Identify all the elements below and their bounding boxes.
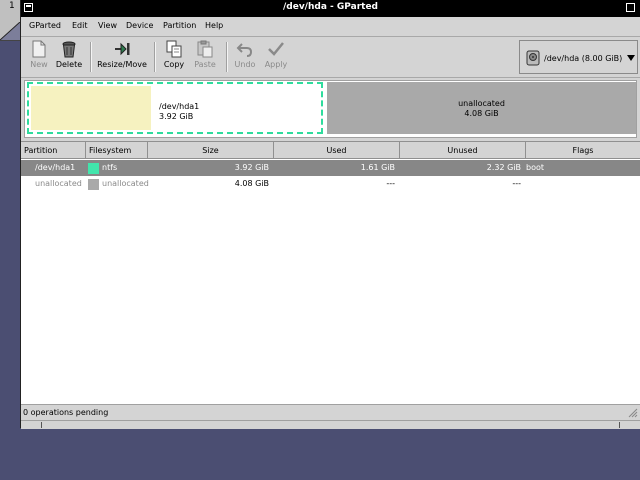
filesystem-color-swatch [88,163,99,174]
map-hda1-name: /dev/hda1 [159,102,200,111]
apply-label: Apply [264,60,288,69]
workspace-corner-icon [0,22,20,40]
toolbar: New Delete Resize/Move Copy Paste Undo A… [21,37,640,78]
paste-icon [197,40,213,58]
paste-button[interactable]: Paste [190,40,220,74]
new-label: New [30,60,48,69]
window-close-icon[interactable] [626,3,635,12]
cell-used: 1.61 GiB [360,163,395,172]
menu-edit[interactable]: Edit [72,21,88,30]
resize-grip-icon[interactable] [628,408,638,418]
partition-map: /dev/hda1 3.92 GiB unallocated 4.08 GiB [24,80,637,138]
copy-button[interactable]: Copy [160,40,188,74]
cell-partition: unallocated [35,179,82,188]
toolbar-separator [90,42,92,72]
col-partition[interactable]: Partition [21,142,86,159]
resize-move-button[interactable]: Resize/Move [96,40,148,74]
cell-partition: /dev/hda1 [35,163,76,172]
cell-filesystem: unallocated [102,179,149,188]
toolbar-separator [154,42,156,72]
used-space-bar [31,86,151,130]
cell-unused: 2.32 GiB [486,163,521,172]
col-filesystem[interactable]: Filesystem [86,142,148,159]
resize-move-label: Resize/Move [97,60,147,69]
undo-icon [236,43,253,57]
menu-device[interactable]: Device [126,21,153,30]
table-row[interactable]: /dev/hda1 ntfs 3.92 GiB 1.61 GiB 2.32 Gi… [21,160,640,176]
cell-size: 3.92 GiB [234,163,269,172]
menu-view[interactable]: View [98,21,117,30]
frame-resize-mark [41,422,42,428]
status-text: 0 operations pending [23,408,109,417]
cell-flags: boot [526,163,545,172]
delete-button[interactable]: Delete [54,40,84,74]
col-size[interactable]: Size [148,142,274,159]
table-row[interactable]: unallocated unallocated 4.08 GiB --- --- [21,176,640,192]
menu-bar: GParted Edit View Device Partition Help [21,17,640,37]
col-used[interactable]: Used [274,142,400,159]
menu-partition[interactable]: Partition [163,21,196,30]
trash-icon [62,41,76,58]
window-bottom-frame[interactable] [21,420,640,429]
apply-button[interactable]: Apply [261,40,291,74]
new-file-icon [32,40,46,58]
filesystem-color-swatch [88,179,99,190]
workspace-tab[interactable]: 1 [0,0,21,41]
list-header: Partition Filesystem Size Used Unused Fl… [21,142,640,159]
new-button[interactable]: New [25,40,53,74]
menu-gparted[interactable]: GParted [29,21,61,30]
workspace-number: 1 [9,1,15,11]
undo-button[interactable]: Undo [231,40,259,74]
col-flags[interactable]: Flags [526,142,640,159]
gparted-window: /dev/hda - GParted GParted Edit View Dev… [20,0,640,429]
map-hda1-info: /dev/hda1 3.92 GiB [159,102,199,122]
resize-arrow-icon [115,42,130,56]
map-unallocated[interactable]: unallocated 4.08 GiB [327,82,636,134]
undo-label: Undo [234,60,256,69]
cell-used: --- [386,179,395,188]
map-unalloc-size: 4.08 GiB [464,109,499,118]
menu-help[interactable]: Help [205,21,223,30]
frame-resize-mark [619,422,620,428]
title-bar[interactable]: /dev/hda - GParted [21,0,640,17]
harddisk-icon [526,50,540,66]
copy-label: Copy [163,60,185,69]
cell-filesystem: ntfs [102,163,118,172]
device-label: /dev/hda (8.00 GiB) [544,54,623,63]
cell-size: 4.08 GiB [234,179,269,188]
paste-label: Paste [194,60,216,69]
checkmark-icon [268,42,284,56]
copy-icon [166,40,182,58]
window-title: /dev/hda - GParted [282,2,378,12]
chevron-down-icon [627,55,635,61]
cell-unused: --- [512,179,521,188]
partition-list: Partition Filesystem Size Used Unused Fl… [21,141,640,405]
toolbar-separator [226,42,228,72]
map-unalloc-name: unallocated [458,99,505,108]
map-unalloc-info: unallocated 4.08 GiB [327,99,636,119]
status-bar: 0 operations pending [21,404,640,421]
col-unused[interactable]: Unused [400,142,526,159]
map-hda1-size: 3.92 GiB [159,112,194,121]
device-selector[interactable]: /dev/hda (8.00 GiB) [519,40,638,74]
delete-label: Delete [55,60,83,69]
map-partition-hda1[interactable]: /dev/hda1 3.92 GiB [27,82,323,134]
